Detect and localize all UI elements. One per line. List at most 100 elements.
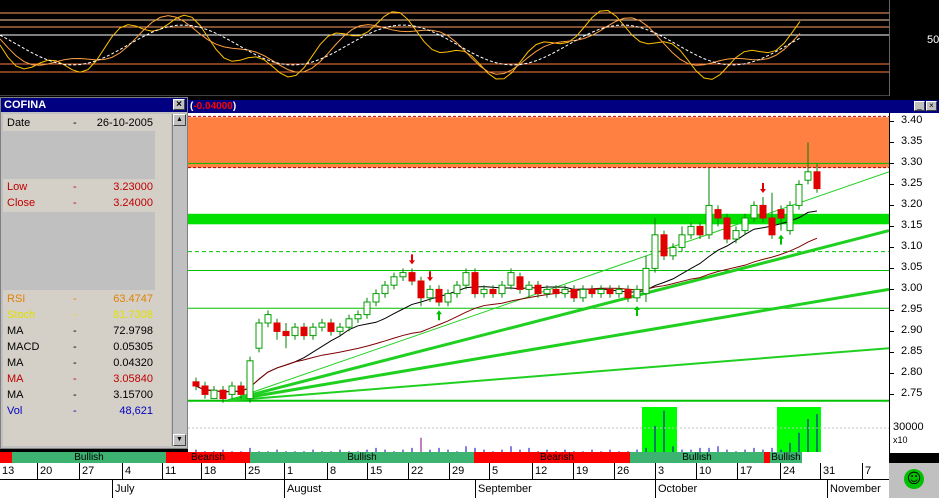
candle-body bbox=[552, 288, 560, 295]
info-row-dash: - bbox=[73, 325, 77, 337]
signal-segment: Bullish bbox=[250, 452, 474, 463]
info-scrollbar[interactable]: ▲ ▼ bbox=[172, 114, 187, 446]
candle-body bbox=[534, 284, 542, 295]
month-label: July bbox=[115, 483, 135, 495]
date-separator bbox=[79, 463, 80, 479]
signal-segment: Bullish bbox=[12, 452, 166, 463]
sell-arrow-icon bbox=[409, 254, 415, 265]
candle-body bbox=[435, 288, 443, 303]
candle-body bbox=[390, 276, 398, 286]
candle-body bbox=[579, 288, 587, 299]
date-separator bbox=[367, 463, 368, 479]
candle-body bbox=[777, 209, 785, 219]
volume-chart[interactable] bbox=[188, 407, 889, 453]
price-axis-tickmark bbox=[890, 205, 894, 207]
date-separator bbox=[37, 463, 38, 479]
info-row-dash: - bbox=[73, 389, 77, 401]
date-separator bbox=[284, 463, 285, 479]
info-row-dash: - bbox=[73, 293, 77, 305]
date-separator bbox=[245, 463, 246, 479]
info-row-value: 81.7308 bbox=[113, 309, 153, 321]
candle-body bbox=[759, 204, 767, 219]
date-separator bbox=[614, 463, 615, 479]
candle-body bbox=[327, 322, 335, 332]
scroll-up-icon[interactable]: ▲ bbox=[173, 114, 186, 126]
price-axis-tickmark bbox=[890, 352, 894, 354]
scroll-down-icon[interactable]: ▼ bbox=[173, 434, 186, 446]
info-row-value: 3.05840 bbox=[113, 373, 153, 385]
candle-body bbox=[660, 234, 668, 257]
stochastic-line bbox=[0, 10, 801, 80]
candle-body bbox=[615, 288, 623, 295]
signal-segment: Bullish bbox=[770, 452, 802, 463]
buy-arrow-icon bbox=[778, 234, 784, 245]
month-separator bbox=[655, 479, 656, 498]
smiley-icon[interactable]: ☺ bbox=[904, 469, 924, 489]
info-row-label: MA bbox=[7, 373, 24, 385]
candle-body bbox=[633, 288, 641, 299]
chart-window-titlebar[interactable]: (-0.04000) _ × bbox=[188, 100, 939, 113]
info-row-value: 63.4747 bbox=[113, 293, 153, 305]
price-chart[interactable] bbox=[188, 113, 890, 407]
month-separator bbox=[112, 479, 113, 498]
candle-body bbox=[363, 301, 371, 316]
info-row: Stoch - 81.7308 bbox=[3, 307, 171, 323]
price-axis-tick: 3.10 bbox=[901, 240, 923, 253]
info-panel-titlebar[interactable]: COFINA × bbox=[1, 98, 187, 112]
signal-segment: Bullish bbox=[630, 452, 764, 463]
candle-body bbox=[561, 288, 569, 295]
month-label: November bbox=[830, 483, 881, 495]
date-tick: 1 bbox=[287, 465, 294, 477]
date-separator bbox=[408, 463, 409, 479]
oscillator-axis: 50 bbox=[889, 0, 939, 96]
signal-segment bbox=[474, 452, 484, 463]
info-panel-body: Date-26-10-2005Open-3.28000High-3.30000L… bbox=[3, 114, 171, 446]
info-row-dash: - bbox=[73, 405, 77, 417]
status-box: ☺ bbox=[889, 463, 939, 498]
date-tick: 17 bbox=[740, 465, 753, 477]
info-row-value: 48,621 bbox=[119, 405, 153, 417]
date-tick: 8 bbox=[330, 465, 337, 477]
date-tick: 13 bbox=[2, 465, 15, 477]
month-label: August bbox=[287, 483, 322, 495]
candle-body bbox=[597, 288, 605, 295]
candle-body bbox=[273, 322, 281, 332]
close-icon[interactable]: × bbox=[926, 101, 937, 111]
info-row-label: Stoch bbox=[7, 309, 36, 321]
candle-body bbox=[741, 217, 749, 232]
info-row-label: MACD bbox=[7, 341, 40, 353]
volume-chart-svg bbox=[188, 407, 889, 453]
date-tick: 22 bbox=[411, 465, 424, 477]
candle-body bbox=[228, 385, 236, 395]
signal-segment: Bearish bbox=[166, 452, 250, 463]
candle-body bbox=[255, 322, 263, 349]
candle-body bbox=[219, 389, 227, 400]
date-tick: 27 bbox=[82, 465, 95, 477]
candle-body bbox=[813, 171, 821, 190]
info-row: MA - 72.9798 bbox=[3, 323, 171, 339]
date-tick: 4 bbox=[125, 465, 132, 477]
date-separator bbox=[862, 463, 863, 479]
date-tick: 7 bbox=[865, 465, 872, 477]
date-tick: 5 bbox=[492, 465, 499, 477]
volume-axis: 30000 x10 bbox=[889, 407, 939, 453]
date-separator bbox=[201, 463, 202, 479]
info-row: MA - 0.04320 bbox=[3, 355, 171, 371]
info-row-value: 3.24000 bbox=[113, 197, 153, 209]
price-axis-tick: 3.40 bbox=[901, 114, 923, 127]
date-separator bbox=[820, 463, 821, 479]
candle-body bbox=[291, 326, 299, 337]
candle-body bbox=[588, 288, 596, 295]
info-row-dash: - bbox=[73, 373, 77, 385]
close-icon[interactable]: × bbox=[173, 99, 185, 110]
info-row: MA - 3.05840 bbox=[3, 371, 171, 387]
date-tick: 10 bbox=[699, 465, 712, 477]
minimize-icon[interactable]: _ bbox=[914, 101, 925, 111]
info-row-dash: - bbox=[73, 309, 77, 321]
month-label: October bbox=[658, 483, 698, 495]
info-row-value: 0.04320 bbox=[113, 357, 153, 369]
date-separator bbox=[162, 463, 163, 479]
info-row-dash: - bbox=[73, 341, 77, 353]
candle-body bbox=[471, 272, 479, 295]
info-row: Vol - 48,621 bbox=[3, 403, 171, 419]
